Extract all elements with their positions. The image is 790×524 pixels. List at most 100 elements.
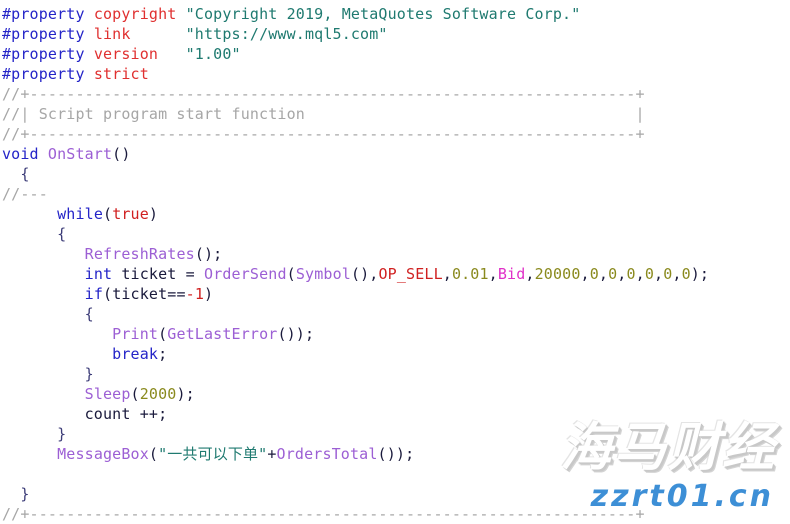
code-line[interactable]: { — [0, 224, 790, 244]
code-token-kw: if — [84, 285, 104, 303]
code-token-kw: while — [57, 205, 103, 223]
code-line[interactable]: while(true) — [0, 204, 790, 224]
code-token-comment: //+-------------------------------------… — [2, 125, 645, 143]
code-token-plain: , — [654, 265, 664, 283]
code-token-num: 0.01 — [451, 265, 489, 283]
code-token-kw: void — [2, 145, 48, 163]
code-token-plain: ); — [176, 385, 195, 403]
code-token-var: Bid — [497, 265, 526, 283]
code-line[interactable]: #property link "https://www.mql5.com" — [0, 24, 790, 44]
code-token-plain: , — [488, 265, 498, 283]
code-token-plain: ()); — [277, 325, 315, 343]
code-token-num: 0 — [608, 265, 618, 283]
code-token-plain: ; — [158, 345, 168, 363]
code-token-comment: //+-------------------------------------… — [2, 505, 645, 523]
code-line[interactable]: } — [0, 364, 790, 384]
code-token-plain: , — [598, 265, 609, 283]
code-token-plain: + — [267, 445, 277, 463]
code-line[interactable]: void OnStart() — [0, 144, 790, 164]
code-token-plain: ); — [690, 265, 710, 283]
code-line[interactable]: //--- — [0, 184, 790, 204]
code-token-brace: { — [2, 165, 30, 183]
source-code-listing[interactable]: #property copyright "Copyright 2019, Met… — [0, 4, 790, 524]
code-line[interactable]: RefreshRates(); — [0, 244, 790, 264]
code-token-num: 0 — [589, 265, 599, 283]
code-token-comment: //--- — [2, 185, 48, 203]
code-token-comment: //| Script program start function | — [2, 105, 645, 123]
code-token-plain: (ticket== — [103, 285, 186, 303]
code-token-fn: MessageBox — [57, 445, 149, 463]
code-token-plain: , — [672, 265, 682, 283]
code-token-prop: link — [93, 25, 186, 43]
code-line[interactable]: { — [0, 304, 790, 324]
code-line[interactable]: //+-------------------------------------… — [0, 84, 790, 104]
code-token-num: 20000 — [534, 265, 581, 283]
code-token-fn: OrderSend — [204, 265, 287, 283]
code-token-plain: ( — [130, 385, 140, 403]
code-token-prop: copyright — [93, 5, 186, 23]
code-token-pre: #property — [2, 45, 94, 63]
code-token-plain: count ++; — [2, 405, 168, 423]
code-token-prop: strict — [93, 65, 149, 83]
code-token-plain: ( — [286, 265, 296, 283]
code-token-fn: GetLastError — [167, 325, 278, 343]
code-line[interactable]: #property copyright "Copyright 2019, Met… — [0, 4, 790, 24]
code-token-num: 0 — [681, 265, 691, 283]
code-editor-pane[interactable]: #property copyright "Copyright 2019, Met… — [0, 0, 790, 523]
code-token-brace: { — [2, 225, 67, 243]
code-token-plain: , — [442, 265, 452, 283]
code-token-pre: #property — [2, 65, 94, 83]
code-token-brace: } — [2, 365, 94, 383]
code-token-brace: } — [2, 485, 30, 503]
code-line[interactable]: count ++; — [0, 404, 790, 424]
code-line[interactable]: } — [0, 484, 790, 504]
code-token-plain: ) — [148, 205, 159, 223]
code-token-str: "https://www.mql5.com" — [185, 25, 388, 43]
code-token-plain: ()); — [377, 445, 415, 463]
code-line[interactable]: if(ticket==-1) — [0, 284, 790, 304]
code-token-num: 2000 — [139, 385, 177, 403]
code-line[interactable]: //| Script program start function | — [0, 104, 790, 124]
code-token-plain: (); — [194, 245, 223, 263]
code-line[interactable]: break; — [0, 344, 790, 364]
code-token-plain: ( — [103, 205, 113, 223]
code-token-kw: int — [84, 265, 122, 283]
code-token-fn: Sleep — [84, 385, 131, 403]
code-token-fn: OnStart — [47, 145, 113, 163]
code-line[interactable]: //+-------------------------------------… — [0, 124, 790, 144]
code-token-num: 0 — [626, 265, 636, 283]
code-token-plain: ticket = — [121, 265, 205, 283]
code-line[interactable]: #property strict — [0, 64, 790, 84]
code-line[interactable]: Sleep(2000); — [0, 384, 790, 404]
code-token-pre: #property — [2, 25, 94, 43]
code-line[interactable]: int ticket = OrderSend(Symbol(),OP_SELL,… — [0, 264, 790, 284]
code-line[interactable]: //+-------------------------------------… — [0, 504, 790, 524]
code-token-plain: , — [525, 265, 535, 283]
code-token-num: 0 — [663, 265, 673, 283]
code-token-brace: { — [2, 305, 94, 323]
code-token-plain: (), — [350, 265, 379, 283]
code-token-kw: break — [112, 345, 159, 363]
code-line[interactable] — [0, 464, 790, 484]
code-token-plain: () — [112, 145, 131, 163]
code-token-fn: OrdersTotal — [276, 445, 378, 463]
code-token-const: true — [112, 205, 149, 223]
code-token-pre: #property — [2, 5, 94, 23]
code-line[interactable]: MessageBox("一共可以下单"+OrdersTotal()); — [0, 444, 790, 464]
code-token-plain: ( — [158, 325, 168, 343]
code-line[interactable]: Print(GetLastError()); — [0, 324, 790, 344]
code-line[interactable]: } — [0, 424, 790, 444]
code-token-plain: , — [635, 265, 645, 283]
code-line[interactable]: #property version "1.00" — [0, 44, 790, 64]
code-token-const: -1 — [185, 285, 205, 303]
code-token-fn: Print — [112, 325, 159, 343]
code-line[interactable]: { — [0, 164, 790, 184]
code-token-str: "Copyright 2019, MetaQuotes Software Cor… — [185, 5, 581, 23]
